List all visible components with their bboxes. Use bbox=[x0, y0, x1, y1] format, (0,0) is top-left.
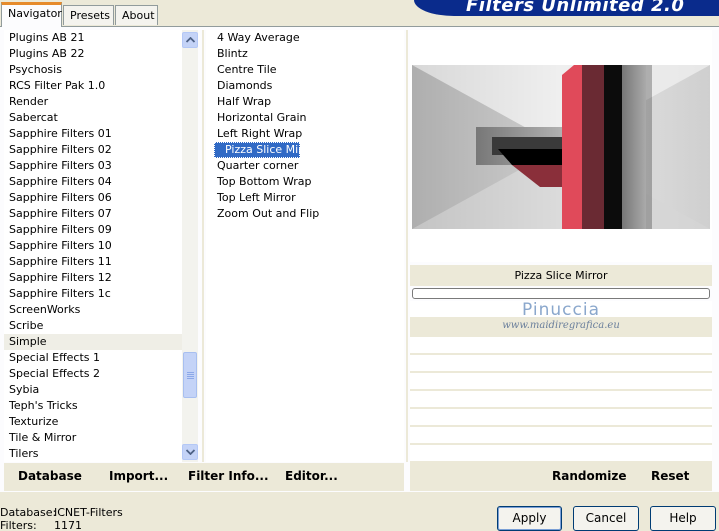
cancel-button[interactable]: Cancel bbox=[573, 506, 639, 531]
status-database-value: ICNET-Filters bbox=[54, 506, 123, 519]
status-database-label: Database: bbox=[0, 506, 57, 519]
filter-item[interactable]: Blintz bbox=[206, 46, 404, 62]
category-item[interactable]: Sapphire Filters 01 bbox=[4, 126, 182, 142]
category-item[interactable]: Sapphire Filters 07 bbox=[4, 206, 182, 222]
preview-image bbox=[412, 65, 710, 229]
filter-item[interactable]: Left Right Wrap bbox=[206, 126, 404, 142]
filter-item[interactable]: 4 Way Average bbox=[206, 30, 404, 46]
category-item[interactable]: Sapphire Filters 12 bbox=[4, 270, 182, 286]
category-item[interactable]: Sybia bbox=[4, 382, 182, 398]
category-item[interactable]: Tilers bbox=[4, 446, 182, 462]
scroll-down-button[interactable] bbox=[182, 444, 198, 460]
category-item[interactable]: Plugins AB 22 bbox=[4, 46, 182, 62]
category-item[interactable]: Tile & Mirror bbox=[4, 430, 182, 446]
filter-item[interactable]: Quarter corner bbox=[206, 158, 404, 174]
scroll-thumb[interactable] bbox=[183, 352, 197, 398]
category-item[interactable]: Sapphire Filters 10 bbox=[4, 238, 182, 254]
divider bbox=[406, 30, 408, 462]
watermark-url: www.maidiregrafica.eu bbox=[502, 320, 620, 331]
category-item[interactable]: Sapphire Filters 02 bbox=[4, 142, 182, 158]
left-toolbar: Database Import... Filter Info... Editor… bbox=[4, 463, 404, 491]
status-filters: Filters: 1171 bbox=[0, 519, 82, 531]
selected-filter-name: Pizza Slice Mirror bbox=[410, 265, 712, 286]
category-scrollbar[interactable] bbox=[182, 30, 198, 462]
right-toolbar: Randomize Reset bbox=[410, 463, 712, 491]
randomize-button[interactable]: Randomize bbox=[552, 469, 626, 483]
filter-item[interactable]: Diamonds bbox=[206, 78, 404, 94]
category-item[interactable]: Render bbox=[4, 94, 182, 110]
status-filters-value: 1171 bbox=[54, 519, 82, 531]
app-title: Filters Unlimited 2.0 bbox=[466, 0, 685, 16]
chevron-up-icon bbox=[186, 37, 195, 43]
divider bbox=[202, 30, 204, 462]
category-item[interactable]: Simple bbox=[4, 334, 182, 350]
apply-button[interactable]: Apply bbox=[497, 506, 562, 531]
help-button[interactable]: Help bbox=[650, 506, 716, 531]
scroll-up-button[interactable] bbox=[182, 32, 198, 48]
filter-list[interactable]: 4 Way Average Blintz Centre Tile Diamonds Ha… bbox=[206, 30, 404, 462]
status-database: Database: ICNET-Filters bbox=[0, 506, 123, 519]
category-item[interactable]: RCS Filter Pak 1.0 bbox=[4, 78, 182, 94]
tab-presets[interactable]: Presets bbox=[63, 5, 114, 25]
filter-item[interactable]: Horizontal Grain bbox=[206, 110, 404, 126]
category-item[interactable]: Sapphire Filters 11 bbox=[4, 254, 182, 270]
editor-button[interactable]: Editor... bbox=[285, 469, 338, 483]
category-item[interactable]: Sapphire Filters 06 bbox=[4, 190, 182, 206]
progress-bar bbox=[412, 288, 710, 299]
category-item[interactable]: ScreenWorks bbox=[4, 302, 182, 318]
category-item[interactable]: Special Effects 1 bbox=[4, 350, 182, 366]
chevron-down-icon bbox=[186, 449, 195, 455]
category-item[interactable]: Teph's Tricks bbox=[4, 398, 182, 414]
watermark-name: Pinuccia bbox=[522, 300, 600, 320]
category-item[interactable]: Sapphire Filters 09 bbox=[4, 222, 182, 238]
category-item[interactable]: Scribe bbox=[4, 318, 182, 334]
category-list[interactable]: Plugins AB 21 Plugins AB 22 Psychosis RCS F… bbox=[4, 30, 182, 462]
category-item[interactable]: Texturize bbox=[4, 414, 182, 430]
filter-info-button[interactable]: Filter Info... bbox=[188, 469, 269, 483]
status-filters-label: Filters: bbox=[0, 519, 37, 531]
category-item[interactable]: Special Effects 2 bbox=[4, 366, 182, 382]
filter-item[interactable]: Half Wrap bbox=[206, 94, 404, 110]
category-item[interactable]: Plugins AB 21 bbox=[4, 30, 182, 46]
database-button[interactable]: Database bbox=[18, 469, 82, 483]
tab-about[interactable]: About bbox=[115, 5, 158, 25]
tab-navigator[interactable]: Navigator bbox=[1, 2, 62, 27]
filter-item[interactable]: Centre Tile bbox=[206, 62, 404, 78]
filter-item[interactable]: Zoom Out and Flip bbox=[206, 206, 404, 222]
filter-item[interactable]: Top Bottom Wrap bbox=[206, 174, 404, 190]
app-title-banner: Filters Unlimited 2.0 bbox=[414, 0, 719, 16]
category-item[interactable]: Sapphire Filters 03 bbox=[4, 158, 182, 174]
category-item[interactable]: Sapphire Filters 04 bbox=[4, 174, 182, 190]
category-item[interactable]: Sabercat bbox=[4, 110, 182, 126]
import-button[interactable]: Import... bbox=[109, 469, 168, 483]
reset-button[interactable]: Reset bbox=[651, 469, 689, 483]
category-item[interactable]: Sapphire Filters 1c bbox=[4, 286, 182, 302]
filter-item[interactable]: Top Left Mirror bbox=[206, 190, 404, 206]
category-item[interactable]: Psychosis bbox=[4, 62, 182, 78]
filter-item[interactable]: Pizza Slice Mirror bbox=[214, 142, 318, 158]
